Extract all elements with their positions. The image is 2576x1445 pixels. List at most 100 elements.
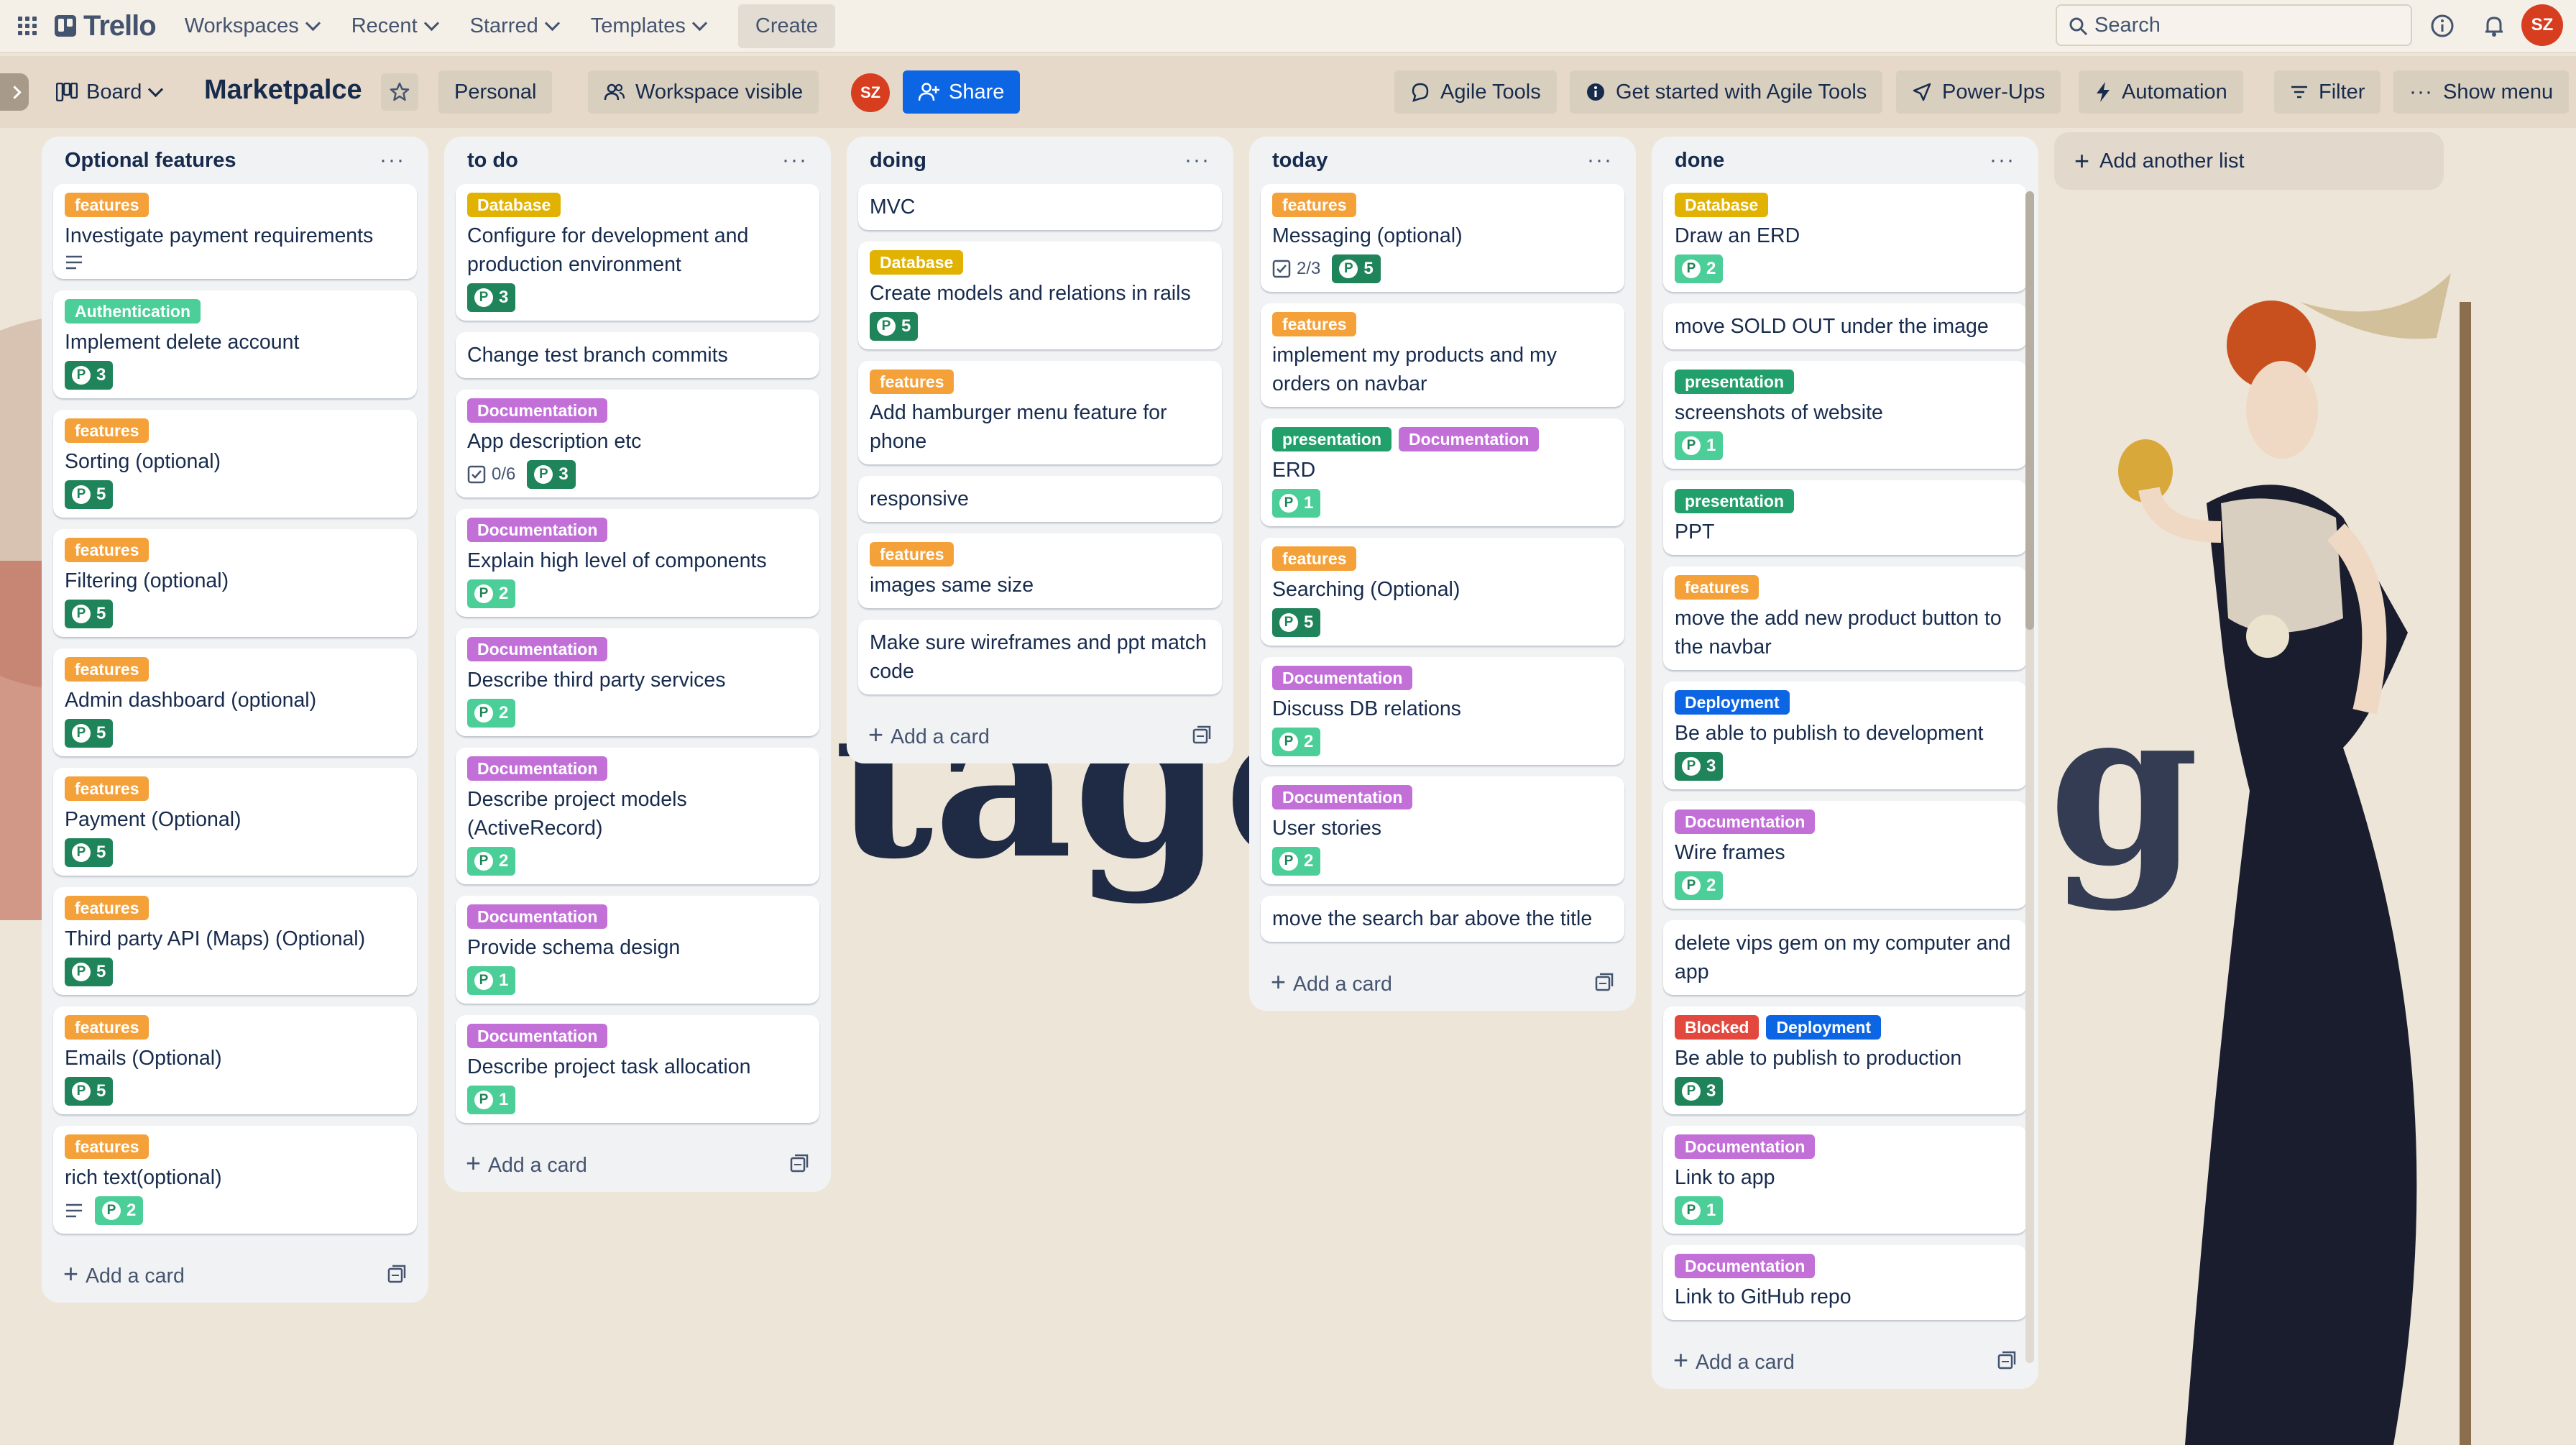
list-actions-icon[interactable]: ··· (380, 148, 405, 173)
power-ups-button[interactable]: Power-Ups (1896, 70, 2061, 114)
board-view-switcher[interactable]: Board (56, 70, 164, 114)
card[interactable]: Authentication Implement delete account P 3 (53, 290, 417, 398)
list-title[interactable]: to do (467, 149, 518, 173)
list-title[interactable]: done (1675, 149, 1724, 173)
card[interactable]: Deployment Be able to publish to developm… (1663, 682, 2027, 789)
card-label[interactable]: features (65, 1134, 150, 1159)
card[interactable]: Documentation Explain high level of compo… (456, 509, 819, 617)
card[interactable]: Documentation Describe third party servic… (456, 628, 819, 736)
card[interactable]: Blocked Deployment Be able to publish to p… (1663, 1006, 2027, 1114)
card[interactable]: Documentation Link to app P 1 (1663, 1126, 2027, 1234)
card-label[interactable]: features (65, 538, 150, 562)
card-label[interactable]: Documentation (467, 398, 608, 423)
card[interactable]: Documentation Wire frames P 2 (1663, 801, 2027, 909)
card-label[interactable]: features (65, 896, 150, 920)
card[interactable]: features Payment (Optional) P 5 (53, 768, 417, 876)
workspaces-menu[interactable]: Workspaces (185, 14, 321, 38)
card-label[interactable]: Documentation (1675, 1254, 1816, 1278)
agile-tools-button[interactable]: Agile Tools (1394, 70, 1557, 114)
card-label[interactable]: Deployment (1766, 1015, 1882, 1040)
card-label[interactable]: features (65, 1015, 150, 1040)
card-label[interactable]: Deployment (1675, 690, 1790, 715)
card-label[interactable]: Documentation (1399, 427, 1540, 451)
done-list-scroll-thumb[interactable] (2025, 191, 2034, 630)
card[interactable]: features Searching (Optional) P 5 (1261, 538, 1624, 646)
card-label[interactable]: presentation (1675, 370, 1795, 394)
add-card-button[interactable]: + Add a card (1663, 1331, 2027, 1389)
trello-logo[interactable]: Trello (55, 10, 157, 42)
app-switcher-icon[interactable] (13, 12, 42, 40)
card[interactable]: MVC (858, 184, 1222, 230)
card-label[interactable]: features (65, 776, 150, 801)
card-label[interactable]: Database (467, 193, 561, 217)
create-from-template-icon[interactable] (789, 1153, 809, 1173)
card[interactable]: features implement my products and my ord… (1261, 303, 1624, 407)
card-label[interactable]: features (1675, 575, 1760, 600)
card[interactable]: Documentation User stories P 2 (1261, 776, 1624, 884)
user-avatar[interactable]: SZ (2521, 4, 2563, 46)
card-label[interactable]: Database (870, 250, 964, 275)
card[interactable]: Database Draw an ERD P 2 (1663, 184, 2027, 292)
card[interactable]: features Sorting (optional) P 5 (53, 410, 417, 518)
card-label[interactable]: Documentation (1675, 809, 1816, 834)
card-label[interactable]: Database (1675, 193, 1769, 217)
add-card-button[interactable]: + Add a card (456, 1134, 819, 1192)
list-title[interactable]: doing (870, 149, 926, 173)
list-actions-icon[interactable]: ··· (1990, 148, 2015, 173)
list-actions-icon[interactable]: ··· (1587, 148, 1613, 173)
card-label[interactable]: Documentation (1272, 785, 1413, 809)
card[interactable]: features Messaging (optional) 2/3 P 5 (1261, 184, 1624, 292)
filter-button[interactable]: Filter (2274, 70, 2381, 114)
card[interactable]: features Add hamburger menu feature for p… (858, 361, 1222, 464)
card[interactable]: presentation screenshots of website P 1 (1663, 361, 2027, 469)
card-label[interactable]: features (1272, 193, 1357, 217)
card-label[interactable]: features (870, 370, 954, 394)
info-icon[interactable] (2429, 13, 2455, 39)
card[interactable]: features Filtering (optional) P 5 (53, 529, 417, 637)
card[interactable]: features move the add new product button … (1663, 566, 2027, 670)
add-card-button[interactable]: + Add a card (858, 706, 1222, 763)
starred-menu[interactable]: Starred (470, 14, 560, 38)
card[interactable]: move SOLD OUT under the image (1663, 303, 2027, 349)
card-label[interactable]: Documentation (467, 904, 608, 929)
card[interactable]: presentation PPT (1663, 480, 2027, 555)
visibility-button[interactable]: Workspace visible (588, 70, 819, 114)
card[interactable]: features rich text(optional) P 2 (53, 1126, 417, 1234)
board-member-avatar[interactable]: SZ (851, 73, 890, 112)
get-started-agile-button[interactable]: Get started with Agile Tools (1570, 70, 1883, 114)
add-card-button[interactable]: + Add a card (1261, 953, 1624, 1011)
create-from-template-icon[interactable] (1997, 1350, 2017, 1370)
card-label[interactable]: Documentation (1272, 666, 1413, 690)
card[interactable]: move the search bar above the title (1261, 896, 1624, 942)
card-label[interactable]: Documentation (467, 756, 608, 781)
card-label[interactable]: presentation (1272, 427, 1392, 451)
notification-bell-icon[interactable] (2481, 13, 2507, 39)
card[interactable]: features Emails (Optional) P 5 (53, 1006, 417, 1114)
card[interactable]: Documentation Describe project models (Ac… (456, 748, 819, 884)
card[interactable]: features Investigate payment requirements (53, 184, 417, 279)
create-button[interactable]: Create (737, 4, 835, 48)
sidebar-toggle[interactable] (0, 73, 36, 111)
card[interactable]: Change test branch commits (456, 332, 819, 378)
card-label[interactable]: presentation (1675, 489, 1795, 513)
recent-menu[interactable]: Recent (351, 14, 439, 38)
search-input[interactable]: Search (2056, 4, 2412, 46)
automation-button[interactable]: Automation (2079, 70, 2243, 114)
show-menu-button[interactable]: ··· Show menu (2393, 70, 2570, 114)
create-from-template-icon[interactable] (387, 1264, 407, 1284)
card[interactable]: features Admin dashboard (optional) P 5 (53, 648, 417, 756)
card-label[interactable]: features (1272, 312, 1357, 336)
card-label[interactable]: features (65, 418, 150, 443)
card[interactable]: Database Create models and relations in r… (858, 242, 1222, 349)
card[interactable]: Documentation Describe project task alloc… (456, 1015, 819, 1123)
card-label[interactable]: features (870, 542, 954, 566)
card[interactable]: Documentation Link to GitHub repo (1663, 1245, 2027, 1320)
card[interactable]: presentation Documentation ERD P 1 (1261, 418, 1624, 526)
card-label[interactable]: Authentication (65, 299, 201, 324)
list-title[interactable]: Optional features (65, 149, 236, 173)
card[interactable]: Make sure wireframes and ppt match code (858, 620, 1222, 694)
card[interactable]: Documentation Discuss DB relations P 2 (1261, 657, 1624, 765)
board-title[interactable]: Marketpalce (204, 75, 362, 106)
add-card-button[interactable]: + Add a card (53, 1245, 417, 1303)
add-list-button[interactable]: + Add another list (2054, 132, 2444, 190)
